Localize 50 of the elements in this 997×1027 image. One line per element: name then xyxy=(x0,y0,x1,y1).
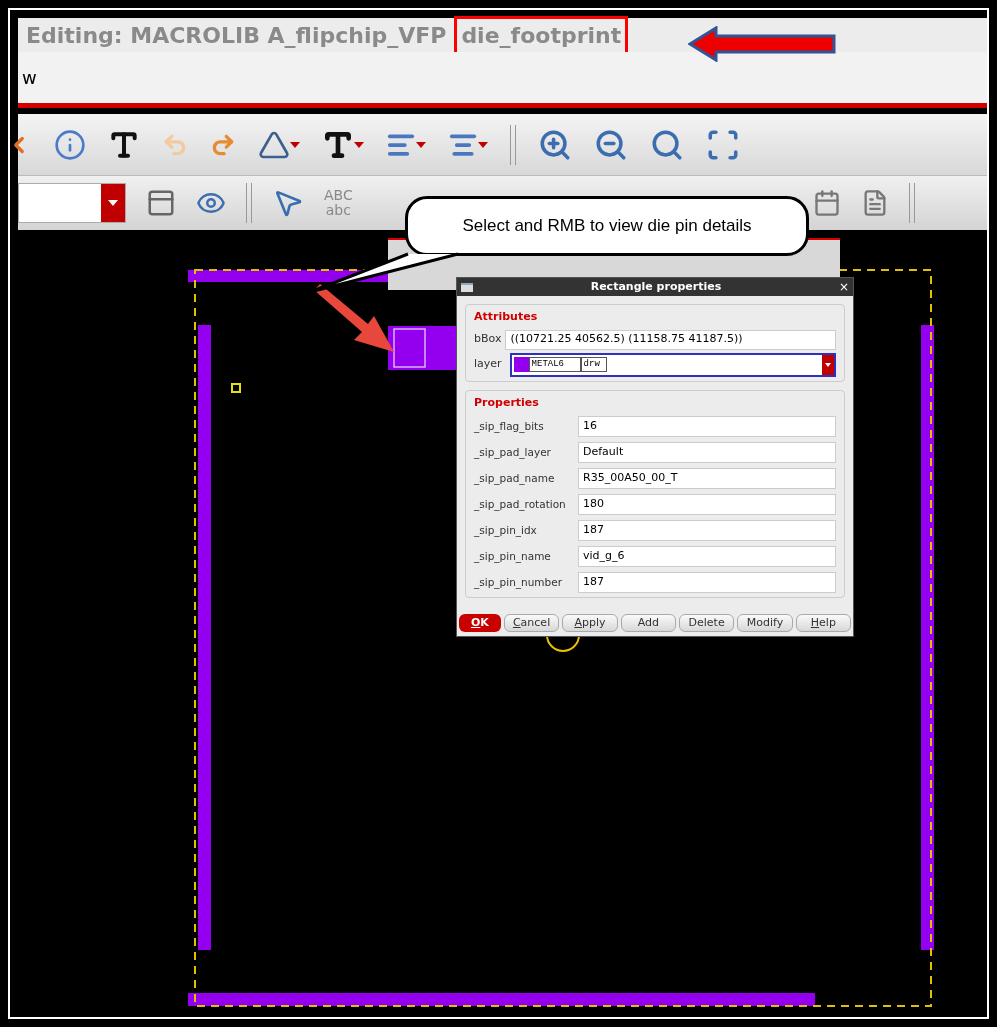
group-title: Attributes xyxy=(474,309,539,325)
property-name: _sip_flag_bits xyxy=(474,418,545,435)
property-field[interactable]: 16 xyxy=(578,416,836,437)
property-name: _sip_pad_layer xyxy=(474,444,552,461)
property-field[interactable]: 187 xyxy=(578,520,836,541)
caret-icon xyxy=(108,200,118,206)
layer-swatch xyxy=(513,357,529,372)
property-field[interactable]: vid_g_6 xyxy=(578,546,836,567)
property-name: _sip_pin_name xyxy=(474,548,552,565)
layer-name: METAL6 xyxy=(528,356,581,373)
property-name: _sip_pad_name xyxy=(474,470,556,487)
property-field[interactable]: R35_00A50_00_T xyxy=(578,468,836,489)
dialog-button[interactable]: Delete xyxy=(678,614,735,632)
property-name: _sip_pin_number xyxy=(474,574,564,591)
window-title: Editing: MACROLIB A_flipchip_VFP xyxy=(26,21,447,50)
window-icon xyxy=(461,282,473,292)
field-label: bBox xyxy=(474,331,502,348)
input-field[interactable]: ((10721.25 40562.5) (11158.75 41187.5)) xyxy=(505,329,836,350)
dialog-button[interactable]: Modify xyxy=(737,614,793,632)
window-icon[interactable] xyxy=(146,188,176,218)
caret-icon[interactable] xyxy=(416,141,426,148)
dialog-button[interactable]: Help xyxy=(795,614,852,632)
close-button[interactable]: × xyxy=(838,278,849,296)
dialog-button[interactable]: Cancel xyxy=(503,614,560,632)
info-icon[interactable] xyxy=(54,128,86,161)
dropdown-field[interactable] xyxy=(18,183,126,223)
dialog-button[interactable]: OK xyxy=(459,614,501,632)
zoom-in-icon[interactable] xyxy=(538,127,572,162)
property-field[interactable]: 180 xyxy=(578,494,836,515)
caret-icon[interactable] xyxy=(290,141,300,148)
layer-purpose: drw xyxy=(580,356,607,373)
property-name: _sip_pin_idx xyxy=(474,522,538,539)
caret-icon[interactable] xyxy=(478,141,488,148)
zoom-fit-icon[interactable] xyxy=(650,127,684,162)
dialog-button[interactable]: Apply xyxy=(562,614,618,632)
zoom-select-icon[interactable] xyxy=(706,127,740,162)
group-title: Properties xyxy=(474,394,540,411)
property-field[interactable]: Default xyxy=(578,442,836,463)
dialog-title: Rectangle properties xyxy=(589,278,723,295)
callout-text: Select and RMB to view die pin details xyxy=(462,215,752,238)
property-field[interactable]: 187 xyxy=(578,572,836,593)
dialog-button[interactable]: Add xyxy=(620,614,676,632)
field-label: layer xyxy=(474,356,503,373)
caret-icon xyxy=(825,362,831,367)
caret-icon[interactable] xyxy=(354,141,364,148)
layer-dropdown[interactable]: METAL6 drw xyxy=(509,352,836,377)
property-name: _sip_pad_rotation xyxy=(474,496,567,513)
zoom-out-icon[interactable] xyxy=(594,127,628,162)
menu-item[interactable]: w xyxy=(22,64,37,91)
calendar-icon[interactable] xyxy=(812,189,841,217)
